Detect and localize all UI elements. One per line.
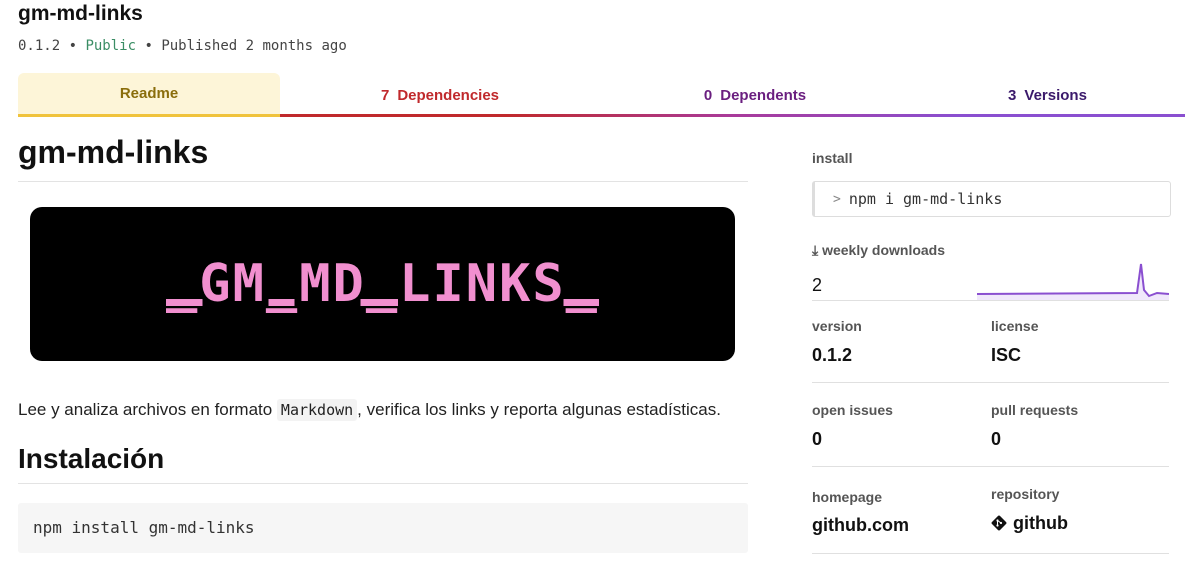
sidebar-divider: [812, 300, 1169, 301]
package-meta: 0.1.2 • Public • Published 2 months ago: [18, 38, 347, 54]
inline-code: Markdown: [276, 399, 358, 421]
tab-dependents[interactable]: 0 Dependents: [600, 73, 910, 117]
version-value: 0.1.2: [812, 345, 853, 365]
install-label: install: [812, 150, 853, 166]
pull-requests-value[interactable]: 0: [991, 429, 1001, 450]
open-issues-value[interactable]: 0: [812, 429, 822, 450]
tab-versions[interactable]: 3 Versions: [910, 73, 1185, 117]
tab-dependencies[interactable]: 7 Dependencies: [280, 73, 600, 117]
published-date: 2 months ago: [245, 38, 347, 54]
download-icon: ⤓: [812, 242, 819, 258]
install-command-box[interactable]: > npm i gm-md-links: [812, 181, 1171, 217]
visibility-badge: Public: [85, 38, 137, 54]
license-label: license: [991, 318, 1039, 334]
chevron-right-icon: >: [833, 191, 841, 207]
package-tabs: Readme 7 Dependencies 0 Dependents 3 Versio…: [18, 73, 1185, 117]
open-issues-label: open issues: [812, 402, 893, 418]
sidebar-divider: [812, 382, 1169, 383]
repository-link[interactable]: github: [991, 513, 1068, 534]
repository-label: repository: [991, 486, 1060, 502]
tab-readme[interactable]: Readme: [18, 73, 280, 117]
git-icon: [991, 515, 1007, 531]
sidebar-divider: [812, 553, 1169, 554]
install-heading: Instalación: [18, 443, 748, 484]
version-label: version: [812, 318, 862, 334]
readme-description: Lee y analiza archivos en formato Markdo…: [18, 399, 721, 421]
package-title: gm-md-links: [18, 2, 143, 25]
downloads-sparkline: [977, 263, 1169, 301]
homepage-label: homepage: [812, 489, 883, 505]
package-version: 0.1.2: [18, 38, 61, 54]
weekly-downloads-value: 2: [812, 275, 823, 295]
tabs-underline: [280, 114, 1185, 117]
readme-banner-image: _GM_MD_LINKS_: [30, 207, 735, 361]
readme-heading: gm-md-links: [18, 134, 748, 182]
sidebar-divider: [812, 466, 1169, 467]
pull-requests-label: pull requests: [991, 402, 1079, 418]
homepage-link[interactable]: github.com: [812, 515, 909, 536]
license-value: ISC: [991, 345, 1022, 365]
install-command: npm i gm-md-links: [848, 190, 1003, 208]
banner-logo-text: _GM_MD_LINKS_: [166, 254, 599, 314]
install-code-block: npm install gm-md-links: [18, 503, 748, 553]
weekly-downloads-label: ⤓ weekly downloads: [812, 242, 946, 258]
